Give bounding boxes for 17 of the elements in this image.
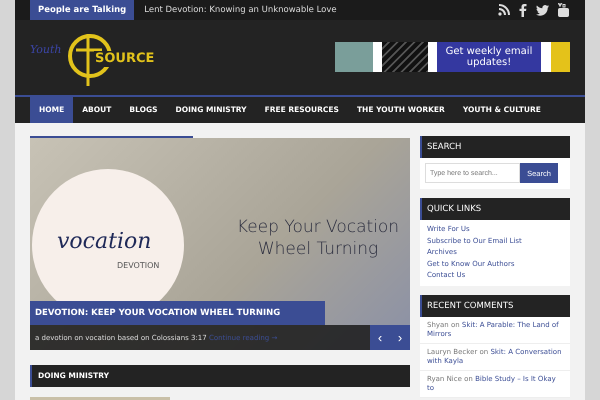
image-script-text: vocation xyxy=(57,229,152,254)
bird-icon[interactable] xyxy=(536,4,549,16)
widget-heading: RECENT COMMENTS xyxy=(420,294,570,316)
site-logo[interactable]: Youth SOURCE xyxy=(30,28,152,86)
ticker-label: People are Talking xyxy=(30,0,134,20)
widget-heading: QUICK LINKS xyxy=(420,198,570,220)
rss-icon[interactable] xyxy=(498,4,510,16)
widget-heading: SEARCH xyxy=(420,136,570,158)
facebook-icon[interactable] xyxy=(519,4,527,16)
ticker-headline-link[interactable]: Lent Devotion: Knowing an Unknowable Love xyxy=(144,5,337,15)
youtube-icon[interactable] xyxy=(558,3,569,17)
previous-button[interactable]: ‹ xyxy=(370,325,390,350)
image-subtext: DEVOTION xyxy=(117,261,160,270)
email-signup-banner[interactable]: Get weekly email updates! xyxy=(335,42,570,72)
image-headline-text: Keep Your Vocation Wheel Turning xyxy=(236,216,400,260)
next-button[interactable]: › xyxy=(390,325,410,350)
slide-title[interactable]: DEVOTION: KEEP YOUR VOCATION WHEEL TURNING xyxy=(30,301,325,325)
